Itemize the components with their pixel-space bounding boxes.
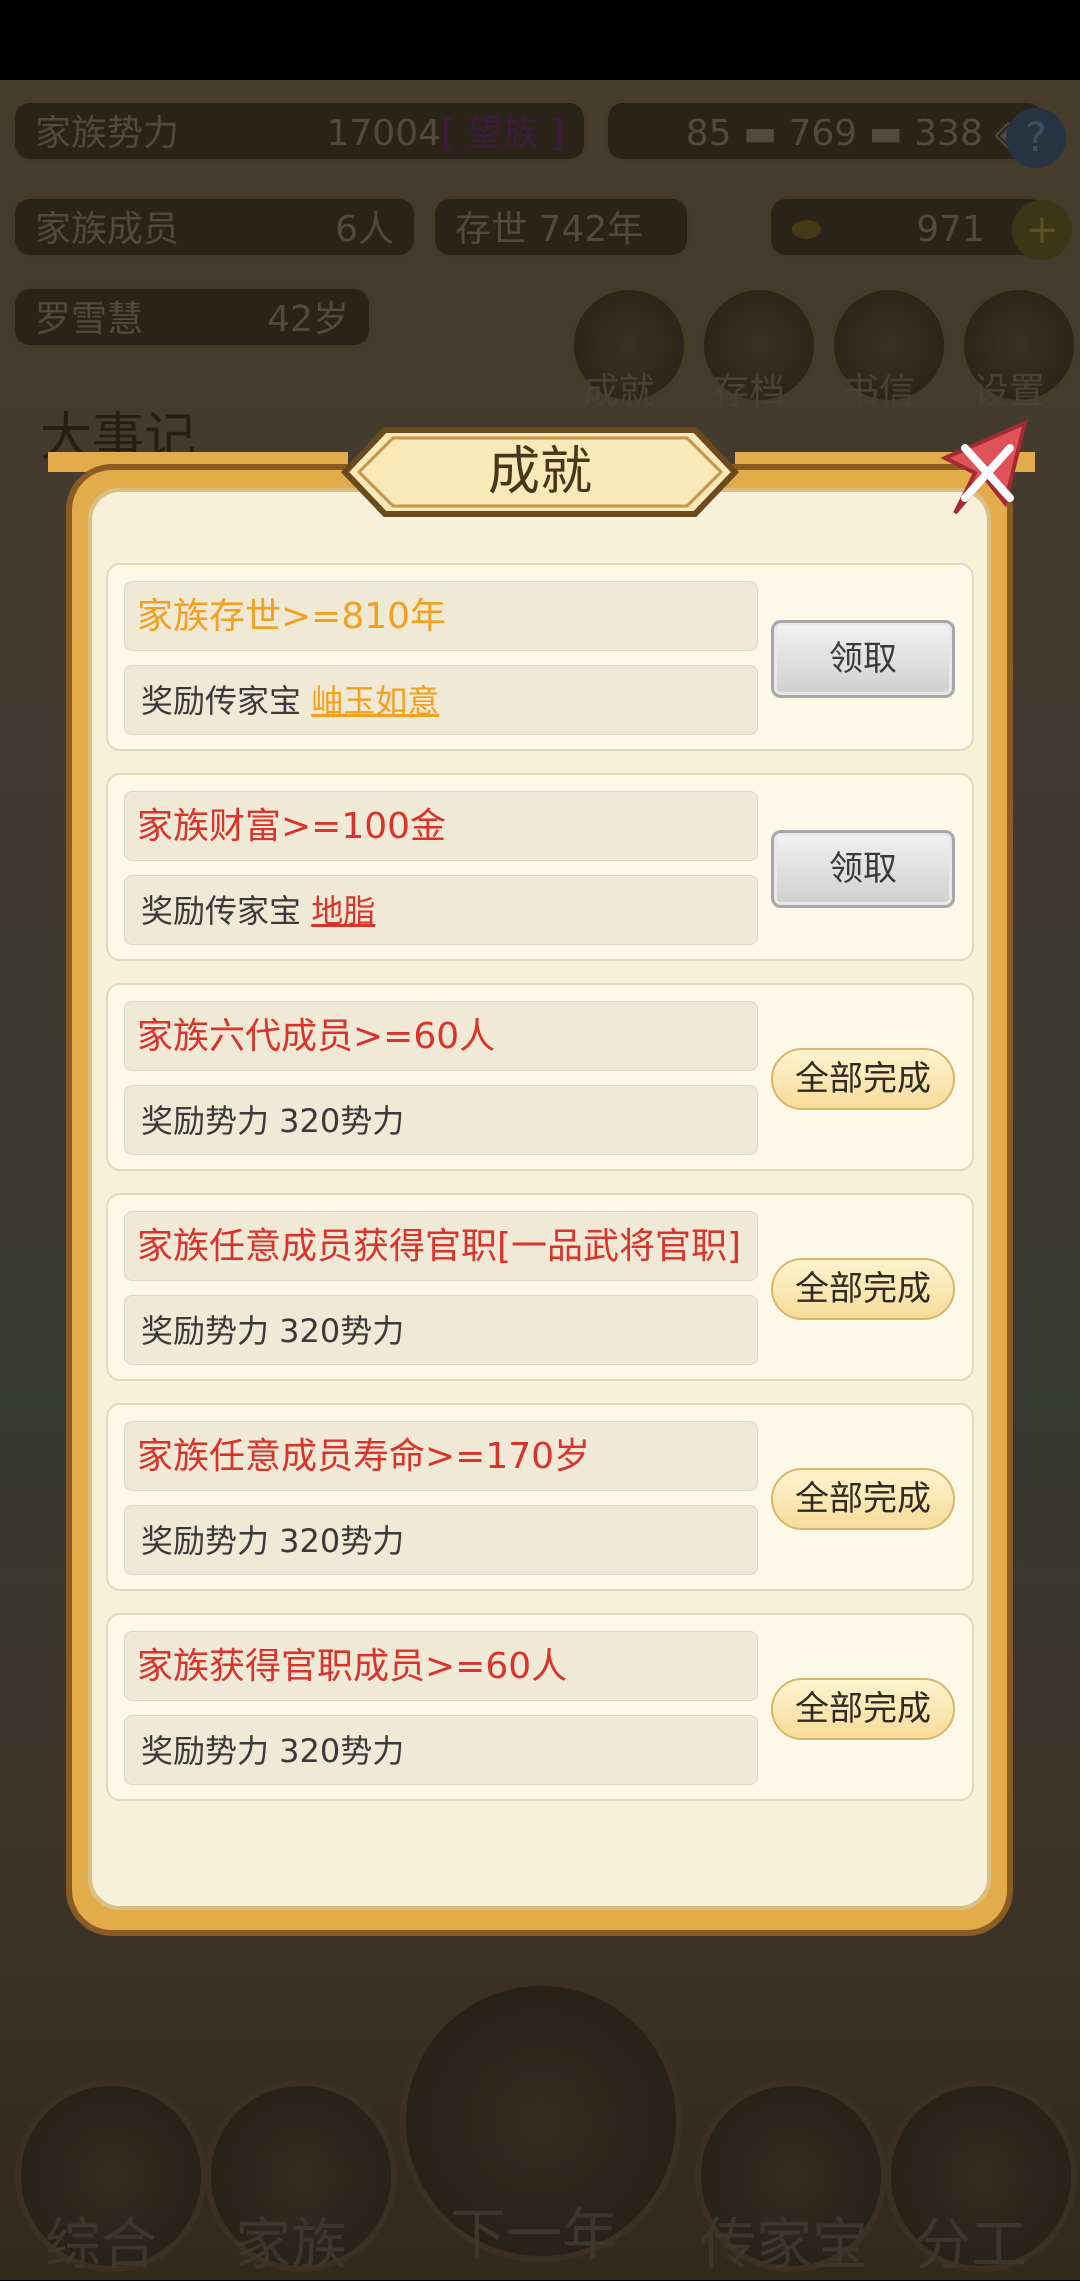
achievement-reward: 奖励势力 320势力	[124, 1295, 758, 1365]
achievement-card-5: 家族任意成员寿命>=170岁 奖励势力 320势力 全部完成	[106, 1403, 974, 1591]
achievement-reward: 奖励势力 320势力	[124, 1715, 758, 1785]
achievement-condition: 家族六代成员>=60人	[124, 1001, 758, 1071]
ribbon-left	[48, 452, 348, 472]
reward-item-link[interactable]: 地脂	[311, 892, 375, 930]
achievement-condition: 家族财富>=100金	[124, 791, 758, 861]
close-icon[interactable]	[935, 418, 1035, 528]
achievement-condition: 家族任意成员获得官职[一品武将官职]	[124, 1211, 758, 1281]
achievement-condition: 家族任意成员寿命>=170岁	[124, 1421, 758, 1491]
achievement-card-3: 家族六代成员>=60人 奖励势力 320势力 全部完成	[106, 983, 974, 1171]
achievement-card-1: 家族存世>=810年 奖励传家宝 岫玉如意 领取	[106, 563, 974, 751]
achievement-card-6: 家族获得官职成员>=60人 奖励势力 320势力 全部完成	[106, 1613, 974, 1801]
reward-item-link[interactable]: 岫玉如意	[311, 682, 439, 720]
achievement-reward: 奖励势力 320势力	[124, 1085, 758, 1155]
claim-button[interactable]: 领取	[771, 830, 955, 908]
achievement-reward: 奖励势力 320势力	[124, 1505, 758, 1575]
dialog-title: 成就	[487, 442, 592, 502]
completed-badge: 全部完成	[771, 1048, 955, 1110]
status-bar	[0, 0, 1080, 80]
completed-badge: 全部完成	[771, 1258, 955, 1320]
achievement-card-4: 家族任意成员获得官职[一品武将官职] 奖励势力 320势力 全部完成	[106, 1193, 974, 1381]
achievement-condition: 家族存世>=810年	[124, 581, 758, 651]
achievement-condition: 家族获得官职成员>=60人	[124, 1631, 758, 1701]
achievement-reward: 奖励传家宝 岫玉如意	[124, 665, 758, 735]
reward-prefix: 奖励传家宝	[141, 892, 302, 930]
achievement-reward: 奖励传家宝 地脂	[124, 875, 758, 945]
reward-prefix: 奖励传家宝	[141, 682, 302, 720]
completed-badge: 全部完成	[771, 1468, 955, 1530]
completed-badge: 全部完成	[771, 1678, 955, 1740]
claim-button[interactable]: 领取	[771, 620, 955, 698]
achievement-card-2: 家族财富>=100金 奖励传家宝 地脂 领取	[106, 773, 974, 961]
